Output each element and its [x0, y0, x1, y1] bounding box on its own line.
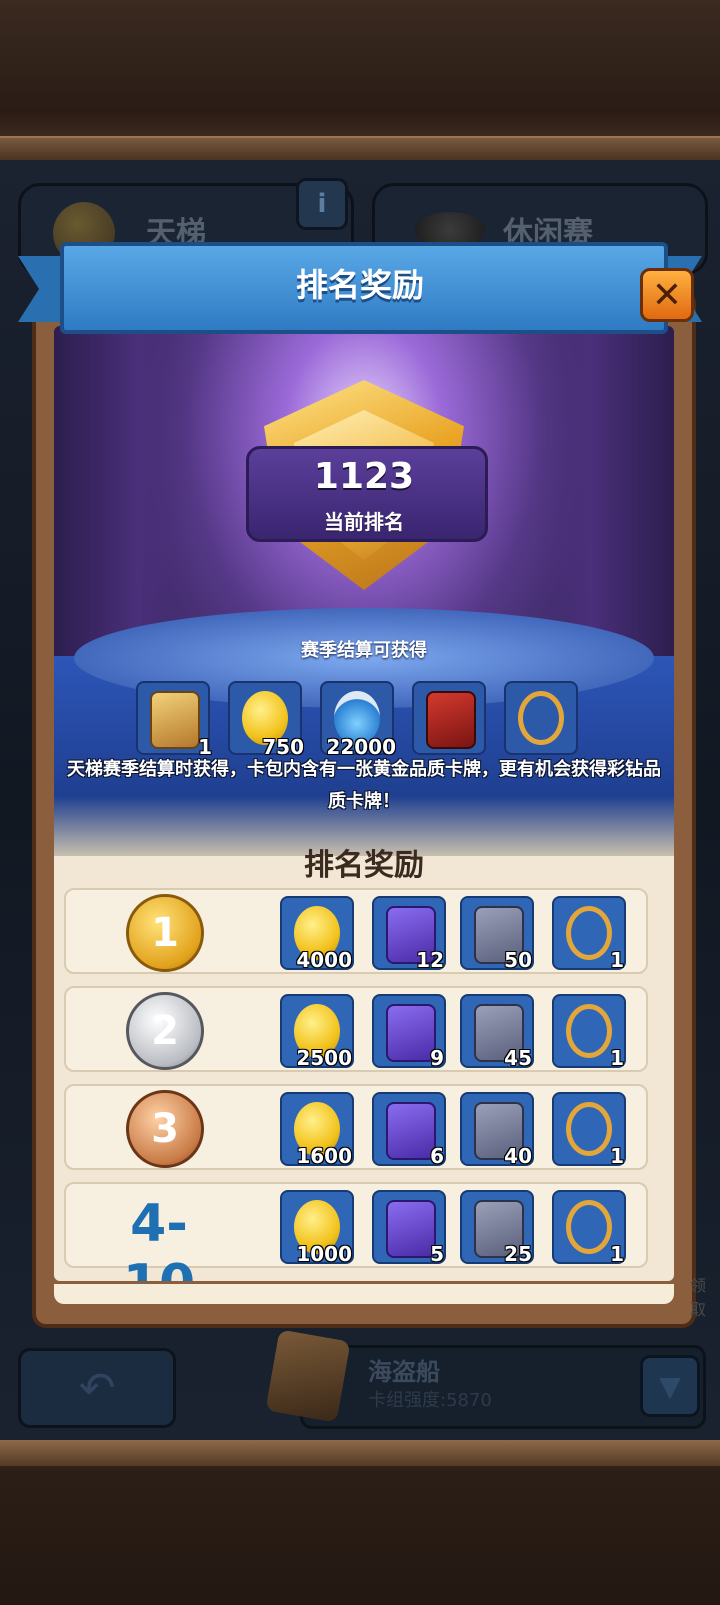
- reward-count: 1: [610, 1144, 624, 1168]
- reward-count: 25: [504, 1242, 532, 1266]
- info-icon: i: [317, 189, 327, 219]
- close-button[interactable]: ✕: [640, 268, 694, 322]
- avatar-frame-icon: [566, 906, 612, 960]
- reward-item-frame[interactable]: 1: [552, 994, 626, 1070]
- dialog-bottom-edge: [54, 1284, 674, 1304]
- reward-item-frame[interactable]: 1: [552, 896, 626, 972]
- deck-power: 卡组强度:5870: [368, 1390, 492, 1411]
- reward-row-rank-4-10: 4-10 1000 5 25 1: [64, 1182, 648, 1281]
- season-item-card-pack[interactable]: 1: [136, 681, 212, 759]
- chevron-down-icon: ▼: [659, 1369, 681, 1403]
- info-button[interactable]: i: [296, 178, 348, 230]
- avatar-frame-icon: [566, 1200, 612, 1254]
- reward-row-rank-2: 2 2500 9 45 1: [64, 986, 648, 1072]
- reward-count: 6: [430, 1144, 444, 1168]
- purple-card-pack-icon: [386, 1200, 436, 1258]
- card-pack-icon: [150, 691, 200, 749]
- season-reward-title: 赛季结算可获得: [301, 640, 427, 661]
- avatar-icon: [426, 691, 476, 749]
- bottom-background: [0, 1440, 720, 1605]
- rank-badge: 1123 当前排名: [246, 360, 488, 610]
- reward-item-grey-pack[interactable]: 45: [460, 994, 534, 1070]
- reward-count: 1600: [296, 1144, 352, 1168]
- deck-dropdown-button[interactable]: ▼: [640, 1355, 700, 1417]
- rank-number: 2: [151, 1008, 179, 1054]
- season-item-potion[interactable]: 22000: [320, 681, 396, 759]
- reward-item-grey-pack[interactable]: 25: [460, 1190, 534, 1266]
- top-background: [0, 0, 720, 160]
- back-button[interactable]: ↶: [18, 1348, 176, 1428]
- reward-count: 1: [610, 948, 624, 972]
- avatar-frame-icon: [518, 691, 564, 745]
- season-item-avatar-frame[interactable]: [504, 681, 578, 755]
- dialog-content: 1123 当前排名 赛季结算可获得 1 750 22000 天梯赛季结算时获得，…: [54, 326, 674, 1281]
- reward-count: 12: [416, 948, 444, 972]
- avatar-frame-icon: [566, 1102, 612, 1156]
- reward-count: 5: [430, 1242, 444, 1266]
- reward-item-gold[interactable]: 1000: [280, 1190, 354, 1266]
- season-item-avatar[interactable]: [412, 681, 486, 755]
- purple-card-pack-icon: [386, 1102, 436, 1160]
- rank-number: 1: [151, 910, 179, 956]
- silver-medal-icon: 2: [126, 992, 204, 1070]
- reward-item-gold[interactable]: 2500: [280, 994, 354, 1070]
- reward-row-rank-3: 3 1600 6 40 1: [64, 1084, 648, 1170]
- reward-count: 1000: [296, 1242, 352, 1266]
- reward-row-rank-1: 1 4000 12 50 1: [64, 888, 648, 974]
- reward-item-gold[interactable]: 1600: [280, 1092, 354, 1168]
- dialog-title: 排名奖励: [295, 266, 424, 304]
- reward-item-frame[interactable]: 1: [552, 1190, 626, 1266]
- reward-count: 1: [610, 1242, 624, 1266]
- stage-background: 1123 当前排名 赛季结算可获得 1 750 22000 天梯赛季结算时获得，…: [54, 326, 674, 856]
- reward-count: 45: [504, 1046, 532, 1070]
- reward-count: 2500: [296, 1046, 352, 1070]
- current-rank-value: 1123: [313, 456, 415, 497]
- reward-item-frame[interactable]: 1: [552, 1092, 626, 1168]
- deck-name: 海盗船: [368, 1358, 440, 1386]
- rank-range-label: 4-10: [123, 1194, 195, 1281]
- reward-item-purple-pack[interactable]: 5: [372, 1190, 446, 1266]
- rank-number: 3: [151, 1106, 179, 1152]
- reward-item-purple-pack[interactable]: 6: [372, 1092, 446, 1168]
- bronze-medal-icon: 3: [126, 1090, 204, 1168]
- gold-medal-icon: 1: [126, 894, 204, 972]
- close-icon: ✕: [651, 274, 683, 316]
- side-claim-label: 领取: [690, 1276, 707, 1319]
- reward-item-gold[interactable]: 4000: [280, 896, 354, 972]
- reward-count: 4000: [296, 948, 352, 972]
- reward-item-purple-pack[interactable]: 12: [372, 896, 446, 972]
- reward-item-purple-pack[interactable]: 9: [372, 994, 446, 1070]
- current-rank-label: 当前排名: [324, 510, 404, 534]
- season-description: 天梯赛季结算时获得，卡包内含有一张黄金品质卡牌，更有机会获得彩钻品质卡牌！: [67, 759, 661, 812]
- deck-icon: [265, 1329, 351, 1423]
- rank-reward-dialog: 1123 当前排名 赛季结算可获得 1 750 22000 天梯赛季结算时获得，…: [32, 290, 696, 1328]
- reward-item-grey-pack[interactable]: 40: [460, 1092, 534, 1168]
- avatar-frame-icon: [566, 1004, 612, 1058]
- reward-item-grey-pack[interactable]: 50: [460, 896, 534, 972]
- back-arrow-icon: ↶: [78, 1362, 116, 1414]
- rank-rewards-title: 排名奖励: [304, 848, 424, 883]
- season-item-gold[interactable]: 750: [228, 681, 304, 759]
- reward-count: 1: [610, 1046, 624, 1070]
- purple-card-pack-icon: [386, 1004, 436, 1062]
- reward-count: 9: [430, 1046, 444, 1070]
- reward-count: 40: [504, 1144, 532, 1168]
- reward-count: 50: [504, 948, 532, 972]
